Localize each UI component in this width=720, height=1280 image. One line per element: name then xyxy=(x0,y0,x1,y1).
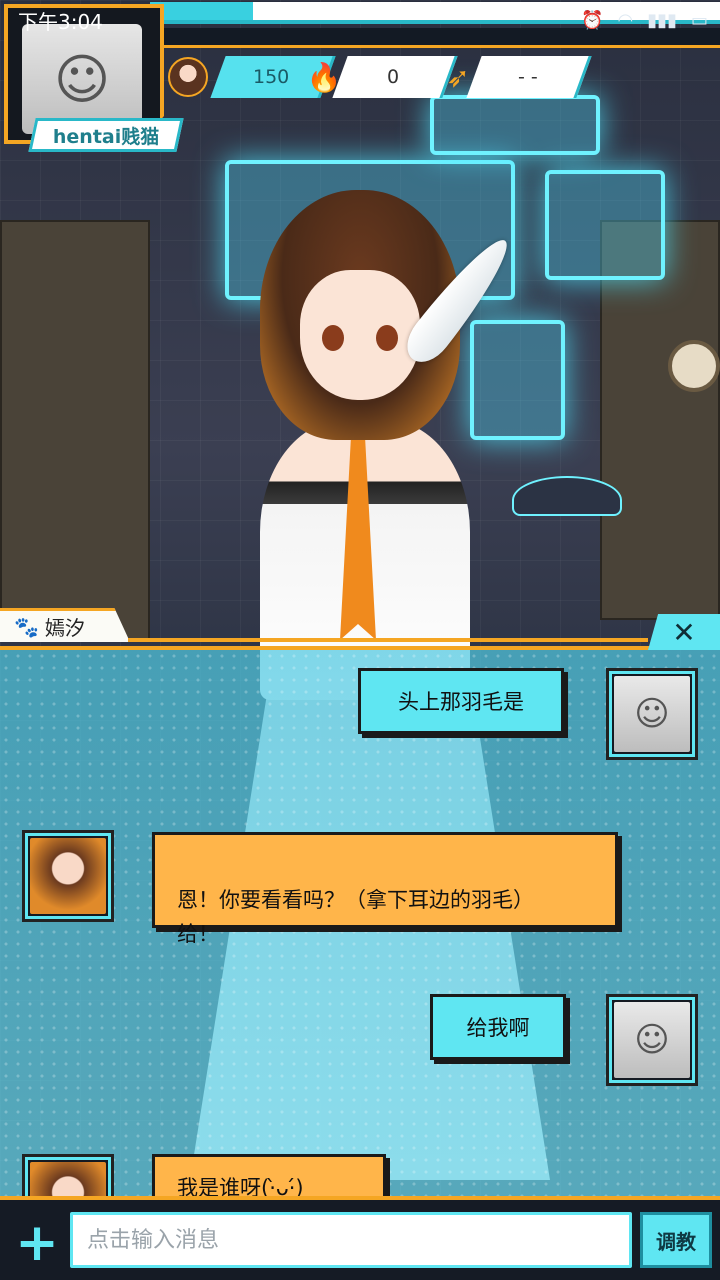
user-avatar[interactable]: ☺ xyxy=(606,994,698,1086)
speaker-tab: 🐾 嫣汐 xyxy=(0,608,130,642)
message-text: 给我啊 xyxy=(466,1016,530,1040)
player-name: hentai贱猫 xyxy=(52,125,160,148)
send-button[interactable]: 调教 xyxy=(640,1212,712,1268)
battery-icon: ▭ xyxy=(690,9,708,31)
bot-avatar[interactable] xyxy=(22,830,114,922)
wing-stat: - - xyxy=(466,56,592,98)
character-eye xyxy=(322,325,344,351)
hologram-screen xyxy=(430,95,600,155)
user-bubble: 头上那羽毛是 xyxy=(358,668,564,734)
bot-avatar-image xyxy=(30,838,106,914)
fire-stat: 0 xyxy=(332,56,458,98)
wall-clock xyxy=(668,340,720,392)
chat-message-bot: 恩！你要看看吗？（拿下耳边的羽毛） 给！ xyxy=(0,820,720,950)
bot-avatar[interactable] xyxy=(22,1154,114,1196)
message-text: 恩！你要看看吗？（拿下耳边的羽毛） 给！ xyxy=(177,888,534,946)
message-input[interactable] xyxy=(70,1212,632,1268)
speaker-divider xyxy=(128,638,648,642)
message-text: 我是谁呀(·̀ᴗ·́) xyxy=(177,1176,304,1196)
close-icon: ✕ xyxy=(672,615,696,649)
speaker-icon: 🐾 xyxy=(14,614,39,639)
close-button[interactable]: ✕ xyxy=(648,614,720,650)
chat-message-user: 头上那羽毛是 ☺ xyxy=(0,650,720,770)
character-mini-avatar xyxy=(168,57,208,97)
user-avatar-image: ☺ xyxy=(614,1002,690,1078)
message-text: 头上那羽毛是 xyxy=(398,690,524,714)
fire-value: 0 xyxy=(387,66,400,88)
character-eye xyxy=(376,325,398,351)
chat-panel[interactable]: 头上那羽毛是 ☺ 恩！你要看看吗？（拿下耳边的羽毛） 给！ 给我啊 ☺ 我是谁呀… xyxy=(0,646,720,1196)
add-button[interactable]: + xyxy=(10,1216,64,1270)
player-name-tag: hentai贱猫 xyxy=(28,118,184,152)
shelf-right xyxy=(600,220,720,620)
character-face xyxy=(300,270,420,400)
signal-icon: ▮▮▮ xyxy=(647,9,677,31)
bot-bubble: 恩！你要看看吗？（拿下耳边的羽毛） 给！ xyxy=(152,832,618,946)
status-bar: 下午3:04 ⏰ ◠ ▮▮▮ ▭ xyxy=(0,0,720,40)
affection-value: 150 xyxy=(253,66,290,88)
chat-message-user: 给我啊 ☺ xyxy=(0,980,720,1100)
bot-bubble: 我是谁呀(·̀ᴗ·́) xyxy=(152,1154,386,1196)
input-bar: + 调教 xyxy=(0,1196,720,1280)
speaker-name: 嫣汐 xyxy=(44,616,85,640)
chat-message-bot: 我是谁呀(·̀ᴗ·́) xyxy=(0,1146,720,1196)
status-time: 下午3:04 xyxy=(18,9,103,34)
bot-avatar-image xyxy=(30,1162,106,1196)
stats-row: 150 🔥 0 ➶ - - xyxy=(168,52,592,102)
user-avatar[interactable]: ☺ xyxy=(606,668,698,760)
status-icons: ⏰ ◠ ▮▮▮ ▭ xyxy=(581,10,708,31)
plus-icon: + xyxy=(15,1213,59,1273)
user-bubble: 给我啊 xyxy=(430,994,566,1060)
wifi-icon: ◠ xyxy=(617,9,634,31)
shelf-left xyxy=(0,220,150,640)
wing-value: - - xyxy=(517,66,538,88)
user-avatar-image: ☺ xyxy=(614,676,690,752)
alarm-icon: ⏰ xyxy=(581,9,604,31)
